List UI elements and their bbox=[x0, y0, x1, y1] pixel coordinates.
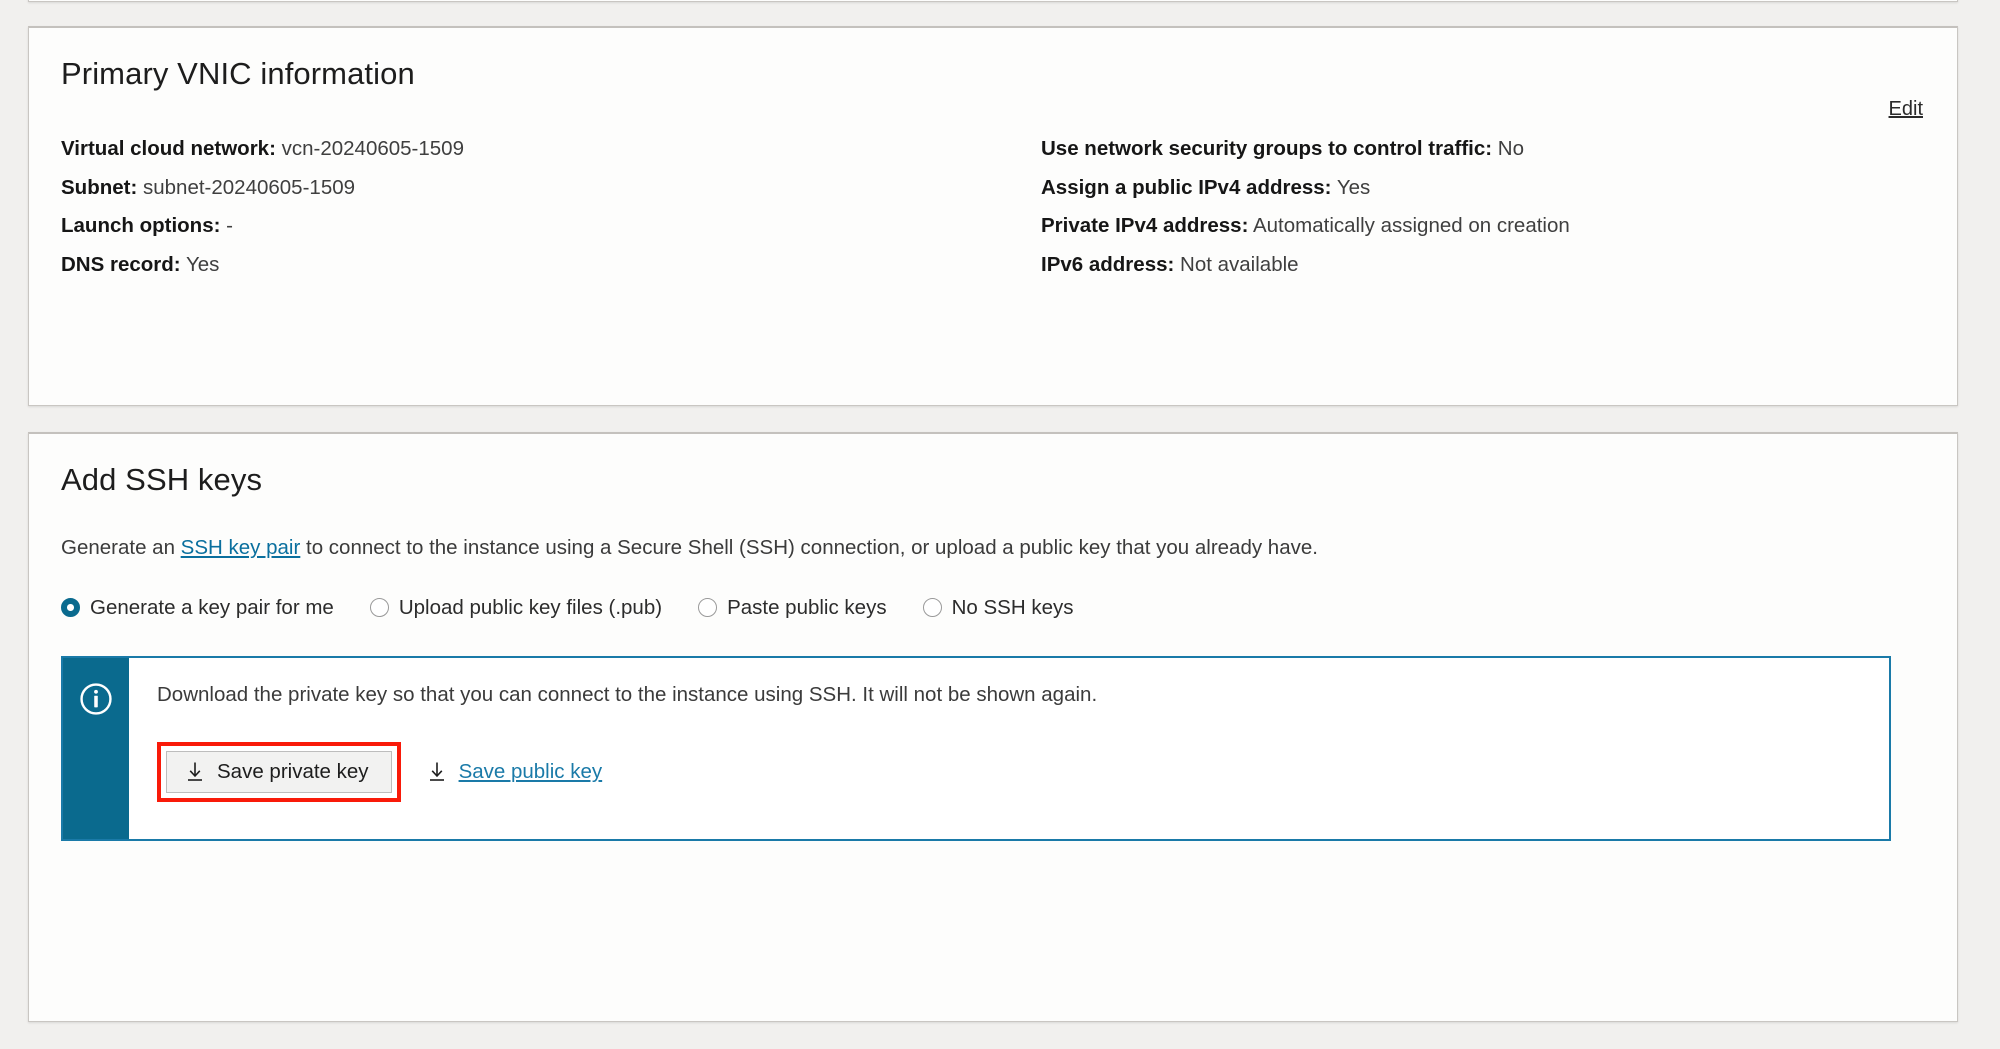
detail-value: Automatically assigned on creation bbox=[1252, 214, 1570, 237]
edit-vnic-link[interactable]: Edit bbox=[1889, 98, 1923, 121]
info-banner-text: Download the private key so that you can… bbox=[157, 682, 1098, 706]
radio-label: Generate a key pair for me bbox=[90, 595, 334, 619]
vnic-details-right-column: Use network security groups to control t… bbox=[993, 130, 1925, 284]
detail-label: Assign a public IPv4 address: bbox=[1041, 175, 1332, 199]
detail-value: Yes bbox=[1336, 175, 1371, 199]
detail-row: Subnet: subnet-20240605-1509 bbox=[61, 169, 993, 208]
info-circle-icon bbox=[80, 683, 112, 715]
detail-row: Private IPv4 address: Automatically assi… bbox=[1041, 207, 1925, 246]
save-public-key-label: Save public key bbox=[458, 760, 603, 784]
radio-upload-public-key-files[interactable]: Upload public key files (.pub) bbox=[369, 595, 663, 620]
radio-paste-public-keys[interactable]: Paste public keys bbox=[698, 596, 887, 620]
add-ssh-keys-card: Add SSH keys Generate an SSH key pair to… bbox=[28, 432, 1958, 1022]
detail-value: Not available bbox=[1180, 252, 1299, 276]
info-banner-stripe bbox=[63, 657, 129, 839]
save-private-key-button[interactable]: Save private key bbox=[166, 751, 392, 794]
detail-value: - bbox=[226, 214, 233, 237]
page-title: Primary VNIC information bbox=[61, 56, 415, 91]
radio-label: Paste public keys bbox=[727, 595, 887, 619]
key-download-actions: Save private key Save public key bbox=[157, 742, 1861, 803]
detail-row: DNS record: Yes bbox=[61, 246, 993, 285]
previous-section-card-partial bbox=[28, 0, 1958, 2]
detail-value: No bbox=[1497, 137, 1524, 160]
detail-value: Yes bbox=[185, 252, 220, 276]
detail-row: Use network security groups to control t… bbox=[1041, 130, 1925, 169]
vnic-details-left-column: Virtual cloud network: vcn-20240605-1509… bbox=[61, 130, 993, 284]
download-arrow-icon bbox=[188, 762, 202, 782]
detail-value: vcn-20240605-1509 bbox=[281, 137, 464, 160]
description-text-after: to connect to the instance using a Secur… bbox=[300, 536, 1318, 559]
ssh-key-pair-link[interactable]: SSH key pair bbox=[181, 536, 301, 559]
detail-label: DNS record: bbox=[61, 252, 181, 276]
ssh-key-option-radio-group: Generate a key pair for me Upload public… bbox=[61, 596, 1925, 620]
detail-label: Launch options: bbox=[61, 214, 221, 237]
save-private-key-highlight-box: Save private key bbox=[157, 742, 401, 803]
detail-row: Assign a public IPv4 address: Yes bbox=[1041, 169, 1925, 208]
save-public-key-link[interactable]: Save public key bbox=[427, 760, 603, 784]
instance-create-page: Primary VNIC information Edit Virtual cl… bbox=[0, 0, 2000, 1049]
detail-row: IPv6 address: Not available bbox=[1041, 246, 1925, 285]
radio-unselected-icon bbox=[369, 598, 389, 618]
ssh-keys-description: Generate an SSH key pair to connect to t… bbox=[61, 534, 1925, 562]
detail-label: Private IPv4 address: bbox=[1041, 214, 1249, 237]
primary-vnic-information-card: Primary VNIC information Edit Virtual cl… bbox=[28, 26, 1958, 406]
radio-unselected-icon bbox=[922, 598, 942, 618]
vnic-details-grid: Virtual cloud network: vcn-20240605-1509… bbox=[61, 130, 1925, 284]
radio-generate-key-pair[interactable]: Generate a key pair for me bbox=[61, 596, 334, 620]
radio-label: Upload public key files (.pub) bbox=[398, 595, 663, 619]
radio-selected-icon bbox=[61, 598, 80, 618]
info-banner-body: Download the private key so that you can… bbox=[129, 658, 1889, 839]
radio-label: No SSH keys bbox=[951, 595, 1074, 619]
radio-no-ssh-keys[interactable]: No SSH keys bbox=[922, 595, 1074, 620]
detail-label: IPv6 address: bbox=[1041, 252, 1175, 276]
detail-label: Virtual cloud network: bbox=[61, 137, 276, 160]
private-key-info-banner: Download the private key so that you can… bbox=[61, 655, 1891, 841]
detail-value: subnet-20240605-1509 bbox=[143, 175, 356, 199]
save-private-key-label: Save private key bbox=[217, 760, 369, 784]
detail-row: Launch options: - bbox=[61, 207, 993, 246]
description-text-before: Generate an bbox=[61, 536, 181, 559]
detail-row: Virtual cloud network: vcn-20240605-1509 bbox=[61, 130, 993, 169]
detail-label: Subnet: bbox=[61, 175, 138, 199]
download-arrow-icon bbox=[429, 762, 444, 782]
section-title-add-ssh-keys: Add SSH keys bbox=[61, 462, 263, 497]
radio-unselected-icon bbox=[698, 598, 718, 618]
detail-label: Use network security groups to control t… bbox=[1041, 137, 1493, 160]
